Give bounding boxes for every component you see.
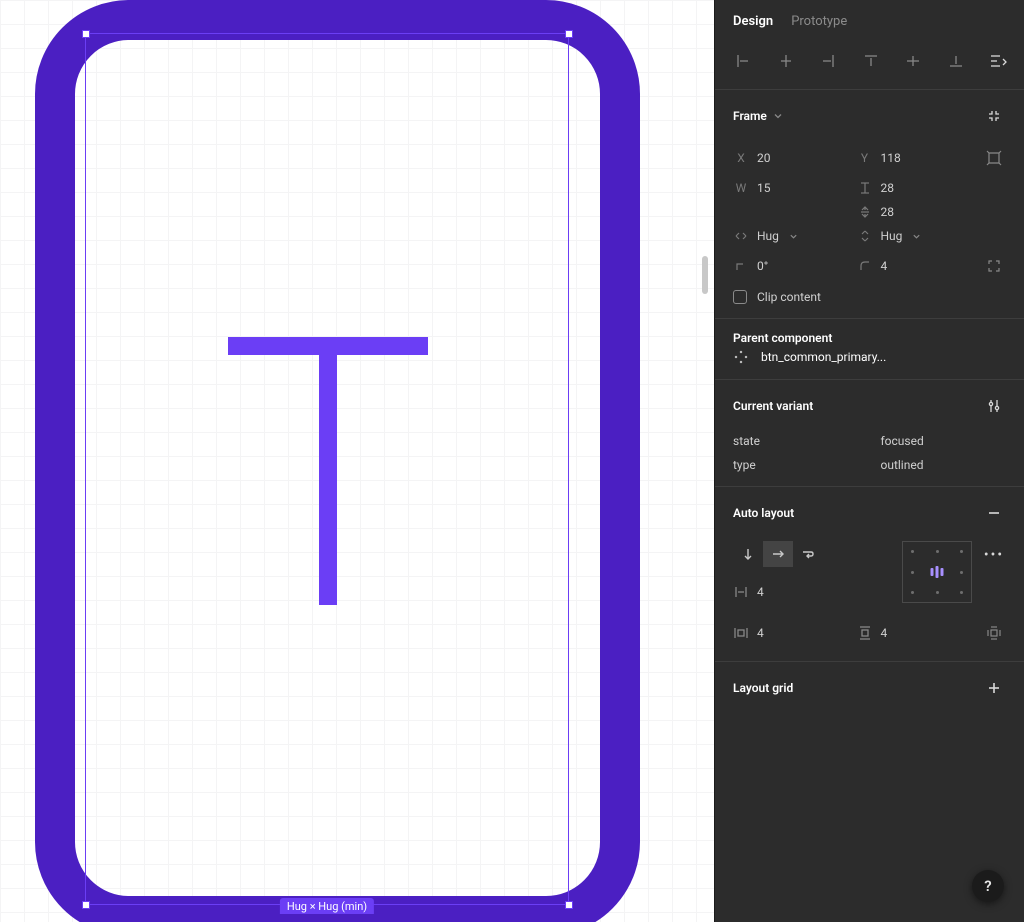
section-frame: Frame X 20 Y 118 (715, 90, 1024, 319)
align-top-icon[interactable] (857, 47, 885, 75)
tab-prototype[interactable]: Prototype (791, 14, 847, 29)
gap-v-value[interactable]: 4 (757, 626, 764, 640)
resize-h-icon (733, 228, 749, 244)
section-auto-layout: Auto layout (715, 487, 1024, 662)
frame-title[interactable]: Frame (733, 109, 767, 123)
padding-value[interactable]: 4 (881, 626, 888, 640)
autolayout-direction (733, 541, 823, 567)
rotation-icon (733, 258, 749, 274)
resize-handle-bottom-left[interactable] (82, 901, 90, 909)
direction-wrap[interactable] (793, 541, 823, 567)
x-label: X (733, 151, 749, 165)
align-vcenter-icon[interactable] (899, 47, 927, 75)
inspector-tabs: Design Prototype (715, 0, 1024, 43)
gap-h-value[interactable]: 4 (757, 585, 764, 599)
radius-value[interactable]: 4 (881, 259, 888, 273)
canvas[interactable]: Hug × Hug (min) (0, 0, 714, 922)
clip-content-checkbox[interactable] (733, 290, 747, 304)
resize-handle-top-right[interactable] (565, 30, 573, 38)
variant-key-state: state (733, 434, 760, 448)
layout-grid-title: Layout grid (733, 681, 793, 695)
section-parent-component: Parent component btn_common_primary... (715, 319, 1024, 380)
min-height-icon (857, 204, 873, 220)
chevron-down-icon[interactable] (773, 111, 783, 121)
align-hcenter-icon[interactable] (772, 47, 800, 75)
section-layout-grid: Layout grid (715, 662, 1024, 708)
selection-size-label: Hug × Hug (min) (280, 898, 374, 914)
inspector-panel: Design Prototype (714, 0, 1024, 922)
variant-value-type[interactable]: outlined (881, 458, 924, 472)
x-value[interactable]: 20 (757, 151, 771, 165)
independent-corners-icon[interactable] (980, 252, 1008, 280)
component-icon (733, 349, 749, 365)
autolayout-title: Auto layout (733, 506, 794, 520)
resize-handle-bottom-right[interactable] (565, 901, 573, 909)
autolayout-more-icon[interactable]: ••• (980, 541, 1008, 569)
add-layout-grid-icon[interactable] (980, 674, 1008, 702)
alignment-center-indicator (931, 566, 944, 578)
resize-handle-top-left[interactable] (82, 30, 90, 38)
padding-vertical-icon (857, 625, 873, 641)
min-height-value[interactable]: 28 (881, 205, 895, 219)
help-button[interactable]: ? (972, 870, 1004, 902)
resize-h[interactable]: Hug (757, 229, 779, 243)
clip-content-label[interactable]: Clip content (757, 290, 821, 304)
parent-component-title: Parent component (733, 331, 1008, 345)
alignment-toolbar (715, 43, 1024, 90)
height-icon (857, 180, 873, 196)
align-bottom-icon[interactable] (942, 47, 970, 75)
variant-title: Current variant (733, 399, 813, 413)
y-label: Y (857, 151, 873, 165)
variant-value-state[interactable]: focused (881, 434, 924, 448)
resize-v[interactable]: Hug (881, 229, 903, 243)
help-label: ? (984, 877, 991, 895)
gap-horizontal-icon (733, 584, 749, 600)
independent-padding-icon[interactable] (980, 619, 1008, 647)
vertical-scrollbar[interactable] (702, 256, 708, 294)
align-left-icon[interactable] (729, 47, 757, 75)
tab-design[interactable]: Design (733, 14, 773, 29)
variant-key-type: type (733, 458, 756, 472)
absolute-position-icon[interactable] (980, 144, 1008, 172)
parent-component-name[interactable]: btn_common_primary... (761, 350, 886, 364)
chevron-down-icon[interactable] (789, 232, 798, 241)
variant-settings-icon[interactable] (980, 392, 1008, 420)
fit-to-frame-icon[interactable] (980, 102, 1008, 130)
remove-autolayout-icon[interactable] (980, 499, 1008, 527)
distribute-icon[interactable] (984, 47, 1012, 75)
padding-horizontal-icon (733, 625, 749, 641)
h-value[interactable]: 28 (881, 181, 895, 195)
direction-horizontal[interactable] (763, 541, 793, 567)
section-current-variant: Current variant state focused type outli… (715, 380, 1024, 487)
chevron-down-icon[interactable] (912, 232, 921, 241)
radius-icon (857, 258, 873, 274)
y-value[interactable]: 118 (881, 151, 901, 165)
selection-outline[interactable]: Hug × Hug (min) (85, 33, 569, 905)
direction-vertical[interactable] (733, 541, 763, 567)
w-value[interactable]: 15 (757, 181, 771, 195)
align-right-icon[interactable] (814, 47, 842, 75)
w-label: W (733, 181, 749, 195)
alignment-pad[interactable] (902, 541, 972, 603)
resize-v-icon (857, 228, 873, 244)
rotation-value[interactable]: 0° (757, 259, 768, 273)
